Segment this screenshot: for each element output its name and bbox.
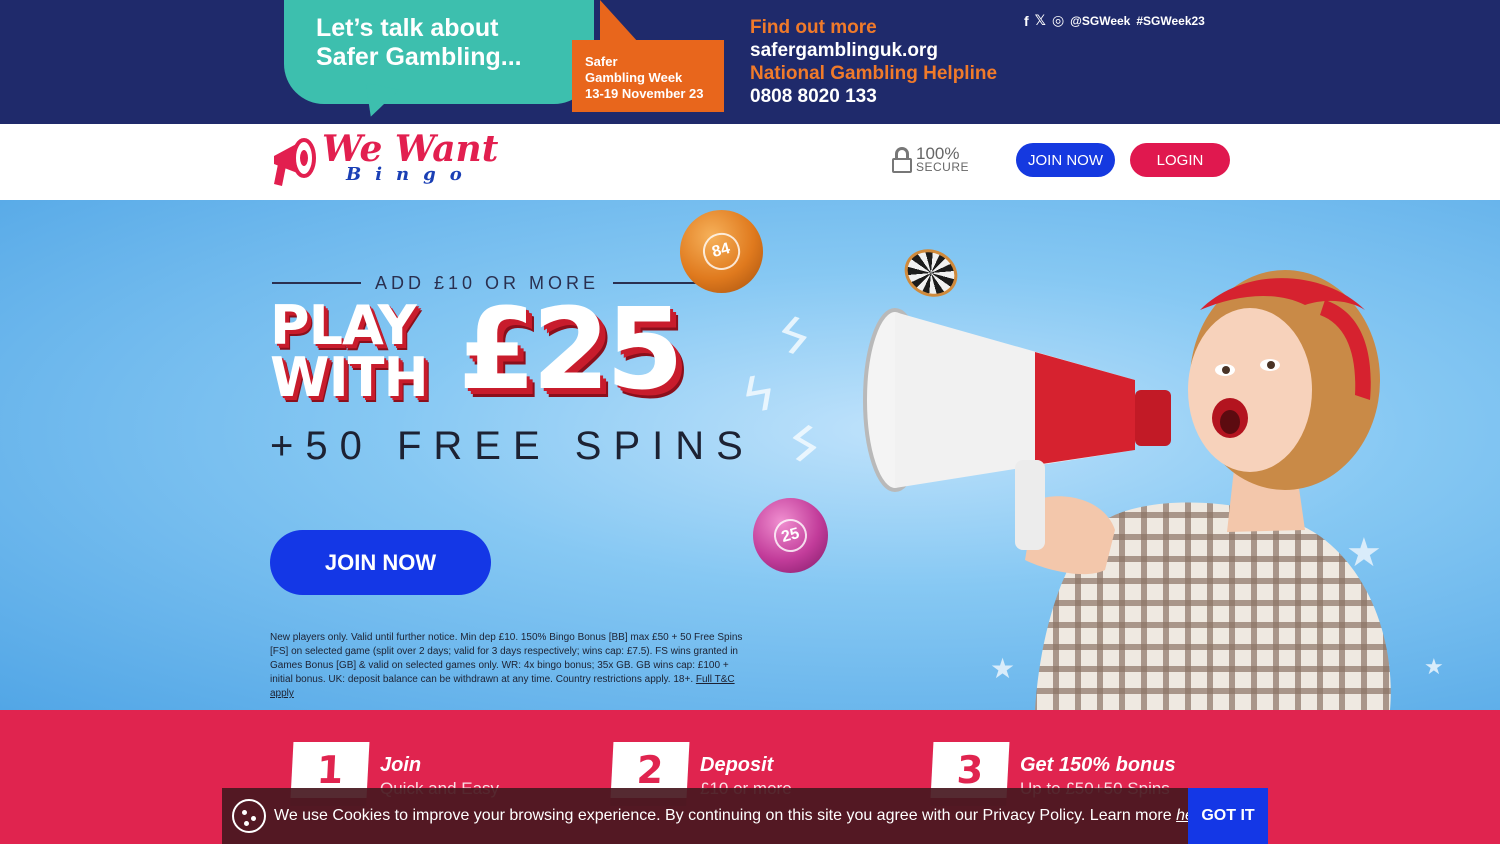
- find-out-more-block: Find out more safergamblinguk.org Nation…: [750, 16, 997, 108]
- cookie-banner: We use Cookies to improve your browsing …: [222, 788, 1268, 844]
- bingo-ball-number: 25: [770, 515, 811, 556]
- x-icon[interactable]: 𝕏: [1035, 12, 1046, 29]
- play-with-headline: PLAY WITH: [270, 294, 429, 409]
- headline-line-1: Let’s talk about: [316, 14, 499, 42]
- week-line-1: Safer: [585, 54, 618, 69]
- facebook-icon[interactable]: f: [1024, 13, 1029, 29]
- play-line-1: PLAY: [270, 294, 417, 357]
- safer-gambling-week-badge: Safer Gambling Week 13-19 November 23: [572, 40, 724, 112]
- bonus-amount: £25: [458, 285, 684, 415]
- bingo-ball-icon: 25: [753, 498, 828, 573]
- safer-gambling-banner[interactable]: Let’s talk about Safer Gambling... Safer…: [0, 0, 1500, 124]
- step-title: Deposit: [700, 754, 774, 776]
- social-hashtag: #SGWeek23: [1136, 13, 1205, 28]
- secure-label: SECURE: [916, 160, 970, 174]
- secure-badge: 100% SECURE: [892, 144, 970, 174]
- secure-percent: 100%: [916, 144, 960, 163]
- helpline-number[interactable]: 0808 8020 133: [750, 85, 997, 108]
- safer-gambling-headline: Let’s talk about Safer Gambling...: [316, 14, 576, 72]
- woman-megaphone-illustration: [863, 270, 1391, 710]
- week-dates: 13-19 November 23: [585, 86, 704, 101]
- speech-bubble-tail: [359, 82, 399, 122]
- step-title: Get 150% bonus: [1020, 754, 1176, 776]
- megaphone-logo-icon: [274, 138, 316, 186]
- bingo-ball-icon: 84: [680, 210, 763, 293]
- week-flag: [600, 0, 638, 42]
- week-line-2: Gambling Week: [585, 70, 683, 85]
- find-out-more-label: Find out more: [750, 17, 877, 38]
- headline-line-2: Safer Gambling...: [316, 43, 522, 71]
- helpline-label: National Gambling Helpline: [750, 63, 998, 84]
- logo-bingo: Bingo: [346, 164, 476, 185]
- site-logo[interactable]: We Want Bingo: [270, 128, 500, 194]
- bingo-ball-number: 84: [699, 229, 744, 274]
- lightning-icon: ϟ: [740, 363, 778, 425]
- header-join-button[interactable]: JOIN NOW: [1016, 143, 1115, 177]
- free-spins-text: +50 FREE SPINS: [270, 424, 755, 468]
- terms-text: New players only. Valid until further no…: [270, 631, 754, 701]
- lightning-icon: ϟ: [770, 304, 817, 368]
- cookie-message: We use Cookies to improve your browsing …: [274, 807, 1208, 825]
- social-handles: f 𝕏 ◎ @SGWeek #SGWeek23: [1024, 12, 1205, 29]
- cookie-text: We use Cookies to improve your browsing …: [274, 807, 1172, 824]
- step-title: Join: [380, 754, 422, 776]
- lightning-icon: ϟ: [777, 412, 831, 476]
- safer-gambling-website[interactable]: safergamblinguk.org: [750, 39, 997, 62]
- instagram-icon[interactable]: ◎: [1052, 12, 1064, 29]
- login-button[interactable]: LOGIN: [1130, 143, 1230, 177]
- social-handle: @SGWeek: [1070, 13, 1131, 28]
- site-header: [0, 124, 1500, 200]
- play-line-2: WITH: [270, 346, 429, 409]
- cookie-accept-button[interactable]: GOT IT: [1188, 788, 1268, 844]
- lock-icon: [892, 147, 912, 173]
- terms-body: New players only. Valid until further no…: [270, 632, 743, 685]
- star-icon: ★: [1424, 654, 1444, 679]
- cookie-icon: [232, 799, 266, 833]
- hero-join-button[interactable]: JOIN NOW: [270, 530, 491, 595]
